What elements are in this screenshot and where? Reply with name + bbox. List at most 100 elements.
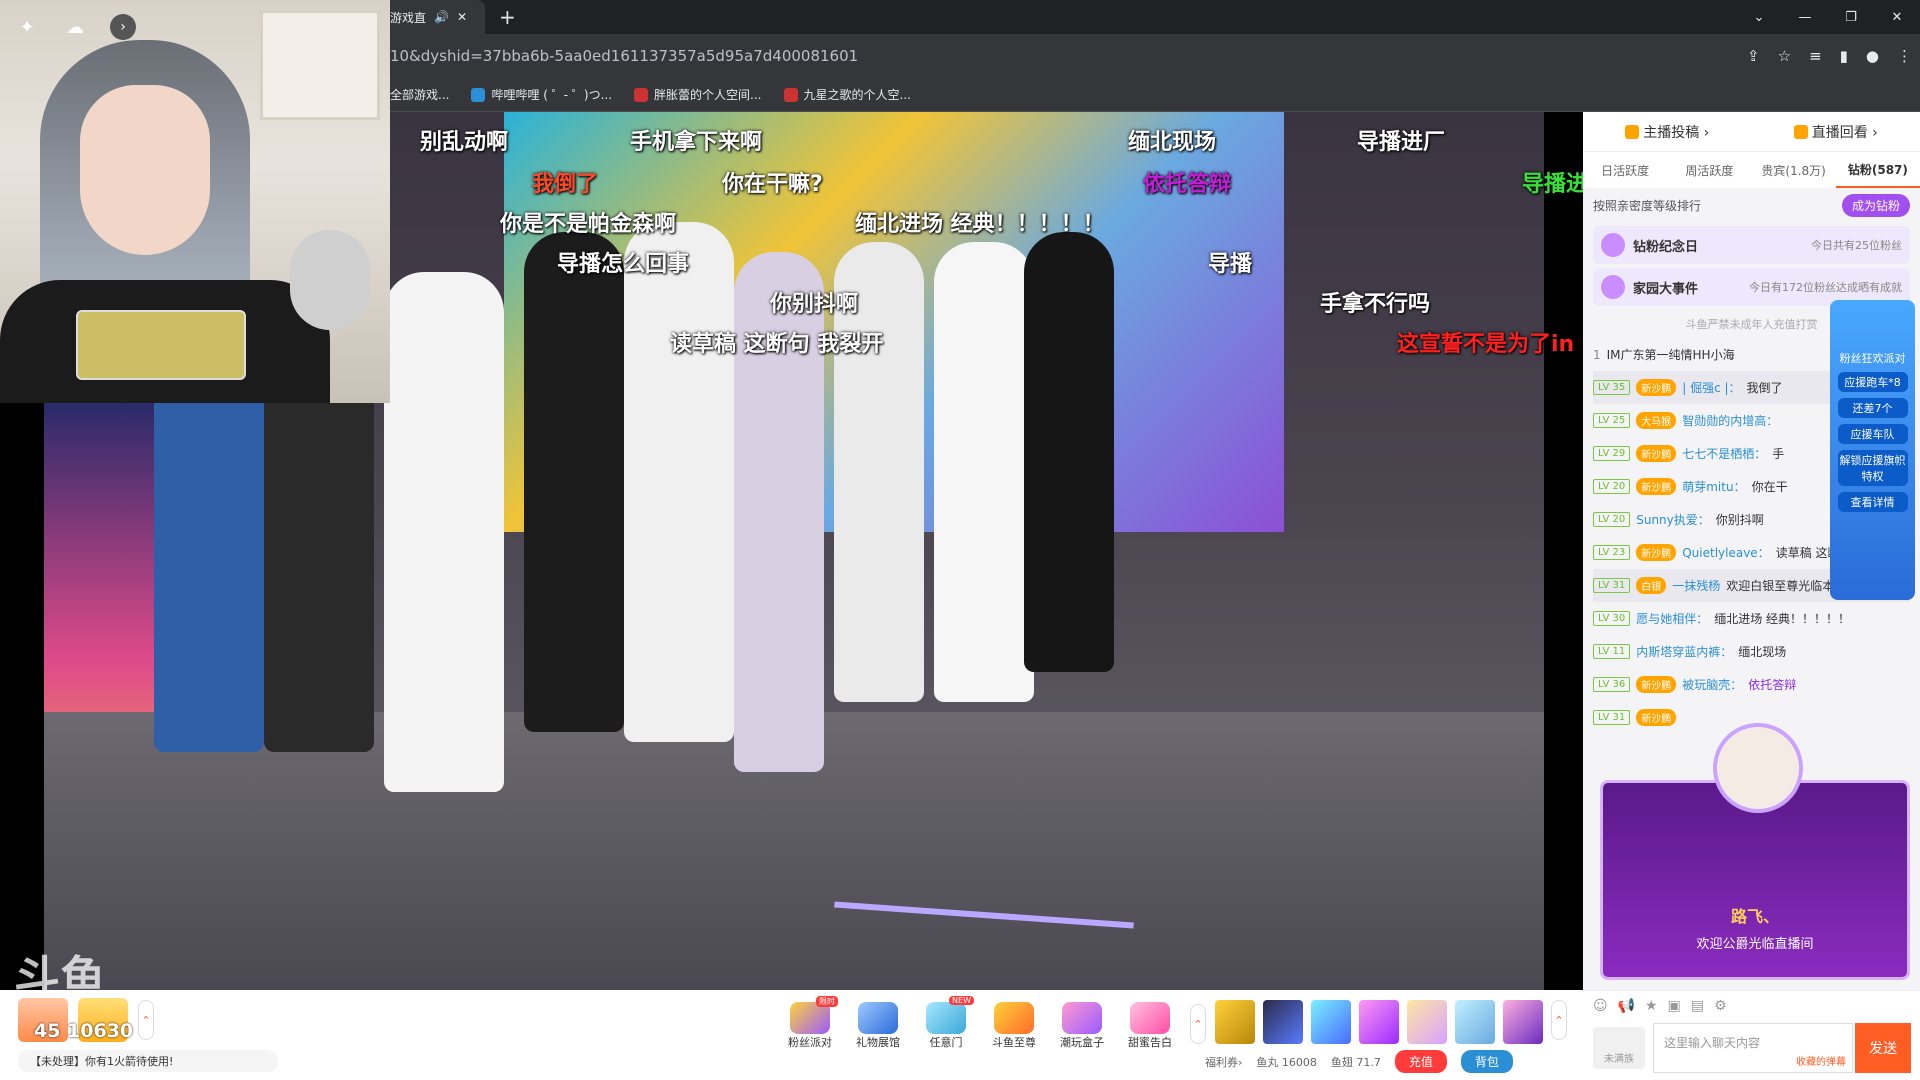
side-panel-icon[interactable]: ▮ [1840, 47, 1848, 65]
cloud-icon[interactable]: ☁ [62, 14, 88, 40]
welcome-username: 路飞、 [1730, 907, 1779, 926]
card-title: 钻粉纪念日 [1633, 239, 1699, 255]
menu-icon[interactable]: ⋮ [1897, 47, 1912, 65]
gift-fan-party[interactable]: 粉丝派对 限时 [782, 996, 838, 1050]
gift-item[interactable] [1215, 1000, 1255, 1044]
settings-icon[interactable]: ⚙ [1714, 998, 1727, 1014]
bilibili-icon [471, 87, 486, 102]
gift-items: ⌃ [1215, 1000, 1567, 1044]
address-bar-icons: ⇪ ☆ ≡ ▮ ● ⋮ [1747, 47, 1912, 65]
rank-label: 按照亲密度等级排行 [1593, 198, 1702, 213]
chat-tools: ☺ 📢 ★ ▣ ▤ ⚙ [1583, 991, 1920, 1021]
browser-chrome: 游戏直 🔊 ✕ + ⌄ — ❐ ✕ 10&dyshid=37bba6b-5aa0… [390, 0, 1920, 112]
tab-search-icon[interactable]: ⌄ [1736, 0, 1782, 34]
danmu: 导播进厂 [1357, 130, 1446, 155]
bookmark-star-icon[interactable]: ☆ [1778, 47, 1791, 65]
card-title: 家园大事件 [1633, 281, 1699, 297]
support-team-button[interactable]: 应援车队 [1837, 424, 1908, 444]
minimize-button[interactable]: — [1782, 0, 1828, 34]
bookmark-item[interactable]: 哔哩哔哩 ( ゜- ゜)つ... [471, 86, 612, 103]
danmu: 手拿不行吗 [1320, 292, 1431, 317]
profile-icon[interactable]: ● [1866, 47, 1879, 65]
danmu: 缅北现场 [1128, 130, 1217, 155]
media-control-icon[interactable]: ≡ [1809, 47, 1822, 65]
fan-anniversary-card[interactable]: 钻粉纪念日 今日共有25位粉丝 [1593, 226, 1910, 264]
horn-icon[interactable]: 📢 [1618, 998, 1635, 1014]
fishfin-balance: 鱼翅 71.7 [1330, 1055, 1381, 1069]
tab-weekly[interactable]: 周活跃度 [1667, 152, 1751, 188]
chat-message: LV 36 新沙鹏 被玩脑壳： 依托答辩 [1593, 668, 1910, 701]
welfare-link[interactable]: 福利券› [1205, 1054, 1242, 1070]
card-subtitle: 今日有172位粉丝达成晒有成就 [1749, 281, 1902, 294]
url-input[interactable]: 10&dyshid=37bba6b-5aa0ed161137357a5d95a7… [390, 47, 1747, 65]
view-details-button[interactable]: 查看详情 [1837, 492, 1908, 512]
gift-hall[interactable]: 礼物展馆 [850, 1000, 906, 1050]
magic-wand-icon[interactable]: ✦ [14, 14, 40, 40]
danmu: 你在干嘛? [722, 172, 823, 197]
expand-arrow-icon[interactable]: ⌃ [138, 1000, 154, 1040]
restore-button[interactable]: ❐ [1828, 0, 1874, 34]
share-icon[interactable]: ⇪ [1747, 47, 1760, 65]
currency-row: 福利券› 鱼丸 16008 鱼翅 71.7 充值 背包 [1205, 1050, 1513, 1073]
saved-barrage-button[interactable]: 收藏的弹幕 [1796, 1053, 1846, 1068]
fan-party-widget[interactable]: 粉丝狂欢派对 应援跑车*8 还差7个 应援车队 解锁应援旗帜特权 查看详情 [1830, 300, 1915, 600]
douyu-watermark: 斗鱼 [14, 951, 106, 990]
webcam-controls: ✦ ☁ › [14, 14, 136, 40]
send-button[interactable]: 发送 [1855, 1023, 1911, 1073]
replay-link[interactable]: 直播回看 › [1793, 122, 1878, 142]
chat-input[interactable]: 这里输入聊天内容 收藏的弹幕 [1653, 1023, 1853, 1073]
chat-input-bar: ☺ 📢 ★ ▣ ▤ ⚙ 未满族 这里输入聊天内容 收藏的弹幕 发送 [1583, 990, 1920, 1080]
person [624, 222, 734, 742]
task-counter: 45 10630 [34, 1020, 134, 1042]
chevron-right-icon[interactable]: › [110, 14, 136, 40]
person [524, 232, 624, 732]
gift-item[interactable] [1311, 1000, 1351, 1044]
bookmarks-bar: 全部游戏... 哔哩哔哩 ( ゜- ゜)つ... 胖胀蕾的个人空间... 九星之… [390, 78, 1920, 112]
fan-badge-icon[interactable]: ★ [1645, 998, 1658, 1014]
crown-icon [994, 1002, 1034, 1034]
new-tab-button[interactable]: + [499, 5, 516, 29]
danmu: 你是不是帕金森啊 [500, 212, 677, 237]
gift-item[interactable] [1407, 1000, 1447, 1044]
browser-tab[interactable]: 游戏直 🔊 ✕ [390, 0, 485, 34]
tab-daily[interactable]: 日活跃度 [1583, 152, 1667, 188]
home-icon [1601, 275, 1625, 299]
gift-toybox[interactable]: 潮玩盒子 [1054, 1000, 1110, 1050]
unlock-flag-label: 解锁应援旗帜特权 [1837, 450, 1908, 486]
unfan-badge[interactable]: 未满族 [1593, 1027, 1645, 1069]
emoji-icon[interactable]: ☺ [1593, 998, 1608, 1014]
tab-diamond-fans[interactable]: 钻粉(587) [1835, 152, 1920, 188]
bottom-toolbar: ⌃ 45 10630 【未处理】你有1火箭待使用! 粉丝派对 限时 礼物展馆 任意… [0, 990, 1583, 1080]
gift-door[interactable]: 任意门 NEW [918, 996, 974, 1050]
bookmark-favicon-icon [634, 87, 649, 102]
gift-item[interactable] [1263, 1000, 1303, 1044]
bookmark-item[interactable]: 全部游戏... [390, 86, 449, 103]
gift-item[interactable] [1503, 1000, 1543, 1044]
bookmark-item[interactable]: 九星之歌的个人空... [783, 86, 911, 103]
food-box [76, 310, 246, 380]
close-tab-icon[interactable]: ✕ [457, 10, 467, 24]
card-icon[interactable]: ▤ [1691, 998, 1704, 1014]
anchor-post-link[interactable]: 主播投稿 › [1625, 122, 1709, 142]
sidebar-top-links: 主播投稿 › 直播回看 › [1583, 112, 1920, 152]
tab-bar: 游戏直 🔊 ✕ + ⌄ — ❐ ✕ [390, 0, 1920, 34]
close-window-button[interactable]: ✕ [1874, 0, 1920, 34]
microphone [290, 230, 370, 330]
backpack-button[interactable]: 背包 [1460, 1050, 1513, 1073]
square-icon[interactable]: ▣ [1668, 998, 1681, 1014]
gift-supreme[interactable]: 斗鱼至尊 [986, 1000, 1042, 1050]
speaker-icon[interactable]: 🔊 [434, 10, 449, 24]
gift-item[interactable] [1455, 1000, 1495, 1044]
become-fan-button[interactable]: 成为钻粉 [1841, 193, 1910, 217]
recharge-button[interactable]: 充值 [1394, 1050, 1447, 1073]
bookmark-item[interactable]: 胖胀蕾的个人空间... [634, 86, 762, 103]
items-expand-icon[interactable]: ⌃ [1551, 1000, 1567, 1040]
tab-vip[interactable]: 贵宾(1.8万) [1752, 152, 1836, 188]
rocket-notice[interactable]: 【未处理】你有1火箭待使用! [18, 1050, 278, 1072]
gift-item[interactable] [1359, 1000, 1399, 1044]
tab-title: 游戏直 [390, 10, 427, 25]
danmu: 手机拿下来啊 [630, 130, 763, 155]
danmu: 你别抖啊 [770, 292, 859, 317]
gifts-expand-icon[interactable]: ⌃ [1190, 1004, 1206, 1044]
gift-confession[interactable]: 甜蜜告白 [1122, 1000, 1178, 1050]
